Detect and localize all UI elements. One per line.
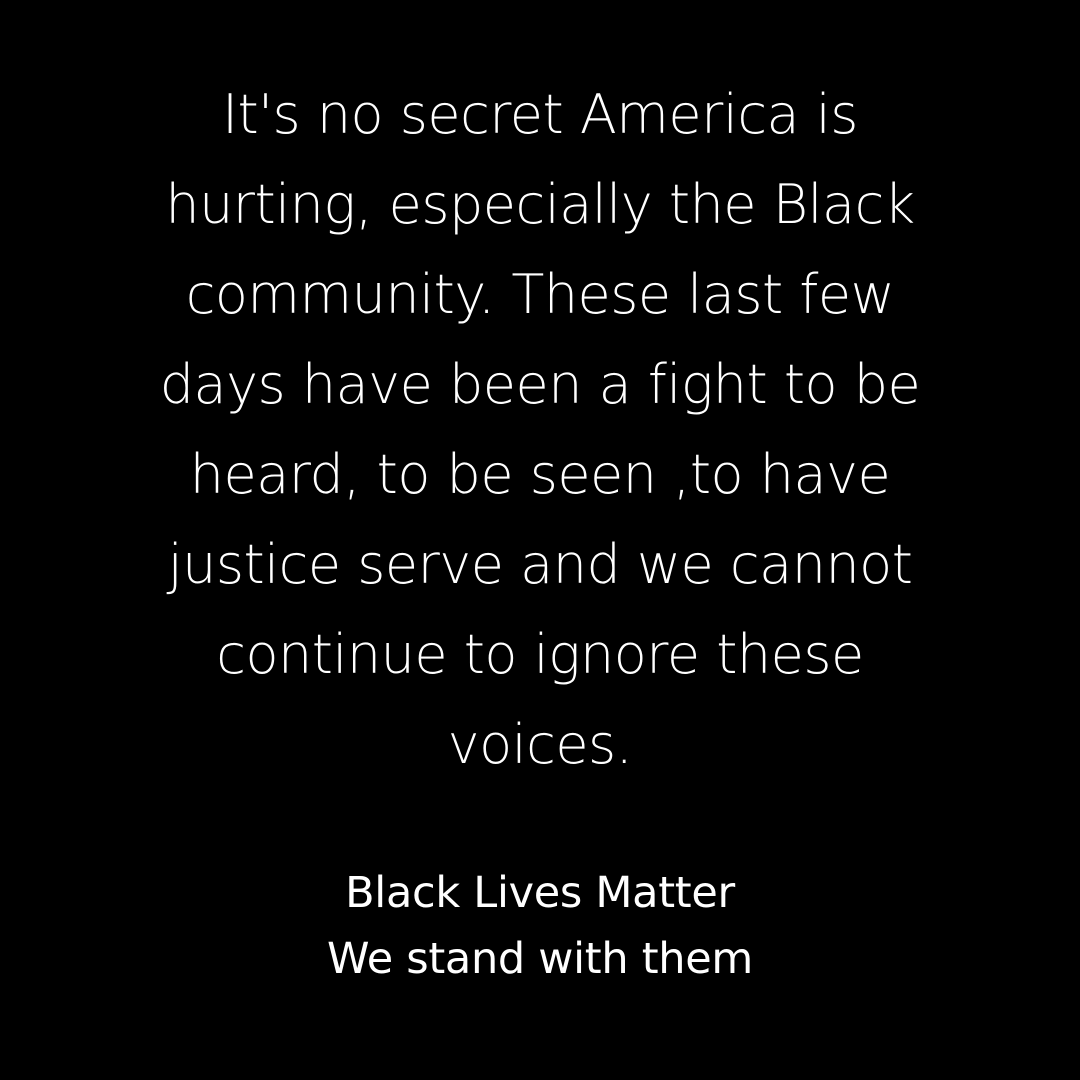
statement-text: It's no secret America is hurting, espec… (0, 70, 1080, 790)
statement-line: It's no secret America is (222, 83, 858, 146)
statement-line: continue to ignore these (216, 623, 864, 686)
statement-line: hurting, especially the Black (165, 173, 915, 236)
statement-line: heard, to be seen ,to have (189, 443, 891, 506)
closing-line: We stand with them (327, 934, 753, 984)
closing-text: Black Lives Matter We stand with them (0, 860, 1080, 992)
closing-line: Black Lives Matter (345, 868, 735, 918)
statement-line: community. These last few (185, 263, 895, 326)
statement-line: voices. (447, 713, 633, 776)
post-canvas: It's no secret America is hurting, espec… (0, 0, 1080, 1080)
statement-line: justice serve and we cannot (167, 533, 913, 596)
statement-line: days have been a fight to be (159, 353, 921, 416)
